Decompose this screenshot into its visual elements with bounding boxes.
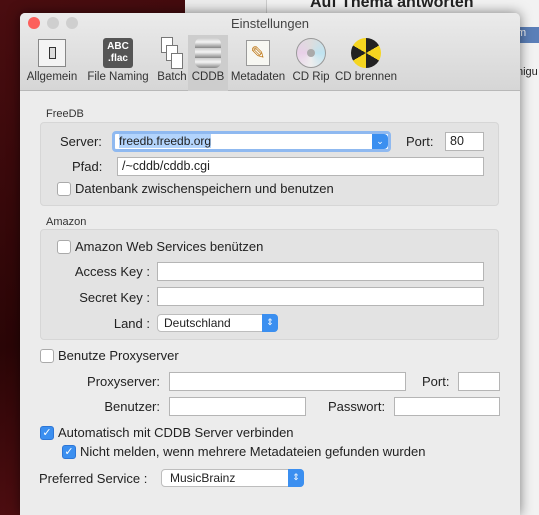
documents-icon (155, 37, 189, 69)
cache-label: Datenbank zwischenspeichern und benutzen (75, 181, 334, 196)
path-label: Pfad: (72, 159, 103, 174)
port-label: Port: (406, 134, 434, 149)
country-label: Land : (113, 316, 150, 331)
proxy-port-label: Port: (422, 374, 450, 389)
path-field[interactable]: /~cddb/cddb.cgi (117, 157, 484, 176)
amazon-section-label: Amazon (46, 216, 87, 228)
freedb-section-label: FreeDB (46, 108, 84, 120)
aws-label: Amazon Web Services benützen (75, 239, 264, 254)
preferred-service-popup[interactable]: MusicBrainz ⇕ (161, 469, 304, 487)
tab-batch[interactable]: Batch (155, 35, 189, 91)
server-label: Server: (60, 134, 102, 149)
database-icon (191, 37, 225, 69)
window-title: Einstellungen (230, 16, 310, 31)
tab-metadaten[interactable]: ✎ Metadaten (230, 35, 286, 91)
auto-connect-label: Automatisch mit CDDB Server verbinden (58, 425, 294, 440)
proxy-password-label: Passwort: (328, 399, 386, 414)
no-notify-checkbox[interactable]: ✓ (62, 445, 76, 459)
background-fragment: nigu (517, 66, 538, 78)
secret-key-label: Secret Key : (79, 290, 150, 305)
server-combobox[interactable]: freedb.freedb.org ⌄ (112, 131, 391, 152)
country-value: Deutschland (164, 316, 231, 330)
server-value: freedb.freedb.org (119, 134, 212, 148)
background-title: Auf Thema antworten (310, 0, 474, 11)
toolbar: Einstellungen Allgemein ABC .flac File Na… (20, 13, 520, 91)
secret-key-field[interactable] (157, 287, 484, 306)
updown-chevron-icon: ⇕ (262, 314, 278, 332)
no-notify-label: Nicht melden, wenn mehrere Metadateien g… (80, 444, 426, 459)
access-key-field[interactable] (157, 262, 484, 281)
tab-allgemein[interactable]: Allgemein (26, 35, 78, 91)
switch-icon (35, 37, 69, 69)
tab-cd-rip[interactable]: CD Rip (290, 35, 332, 91)
access-key-label: Access Key : (74, 264, 150, 279)
proxy-password-field[interactable] (394, 397, 500, 416)
tab-cddb[interactable]: CDDB (188, 35, 228, 91)
radiation-icon (349, 37, 383, 69)
updown-chevron-icon: ⇕ (288, 469, 304, 487)
cache-checkbox[interactable] (57, 182, 71, 196)
proxy-user-label: Benutzer: (104, 399, 160, 414)
proxy-server-label: Proxyserver: (87, 374, 160, 389)
proxy-label: Benutze Proxyserver (58, 348, 179, 363)
aws-checkbox[interactable] (57, 240, 71, 254)
chevron-down-icon[interactable]: ⌄ (372, 134, 388, 149)
cd-icon (294, 37, 328, 69)
tab-file-naming[interactable]: ABC .flac File Naming (84, 35, 152, 91)
proxy-user-field[interactable] (169, 397, 306, 416)
pencil-document-icon: ✎ (241, 37, 275, 69)
country-popup[interactable]: Deutschland ⇕ (157, 314, 278, 332)
tab-cd-brennen[interactable]: CD brennen (334, 35, 398, 91)
preferred-service-label: Preferred Service : (39, 471, 148, 486)
auto-connect-checkbox[interactable]: ✓ (40, 426, 54, 440)
proxy-server-field[interactable] (169, 372, 406, 391)
preferences-window: Einstellungen Allgemein ABC .flac File Na… (20, 13, 520, 515)
abc-flac-icon: ABC .flac (101, 37, 135, 69)
port-field[interactable]: 80 (445, 132, 484, 151)
proxy-port-field[interactable] (458, 372, 500, 391)
proxy-checkbox[interactable] (40, 349, 54, 363)
preferred-service-value: MusicBrainz (170, 471, 236, 485)
